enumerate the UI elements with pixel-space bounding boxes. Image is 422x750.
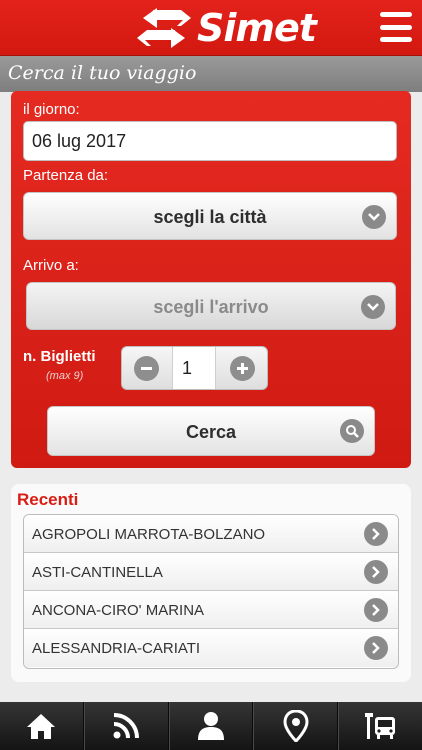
chevron-down-icon <box>361 295 385 319</box>
list-item[interactable]: ALESSANDRIA-CARIATI <box>24 629 398 667</box>
bottom-tab-bar <box>0 702 422 750</box>
tickets-stepper: 1 <box>121 346 268 390</box>
search-button[interactable]: Cerca <box>47 406 375 456</box>
recent-panel: Recenti AGROPOLI MARROTA-BOLZANO ASTI-CA… <box>11 484 411 682</box>
tab-stops[interactable] <box>338 702 422 750</box>
recent-route: AGROPOLI MARROTA-BOLZANO <box>32 526 266 543</box>
departure-label: Partenza da: <box>23 167 109 184</box>
tab-account[interactable] <box>168 702 254 750</box>
simet-logo: Simet <box>135 4 317 52</box>
arrival-label: Arrivo a: <box>23 257 79 274</box>
bus-stop-icon <box>364 713 395 739</box>
arrows-icon <box>137 8 191 48</box>
tab-locations[interactable] <box>253 702 339 750</box>
user-icon <box>197 712 224 740</box>
departure-select[interactable]: scegli la città <box>23 192 397 240</box>
map-pin-icon <box>283 710 309 742</box>
chevron-right-icon <box>364 522 388 546</box>
chevron-right-icon <box>364 598 388 622</box>
recent-list: AGROPOLI MARROTA-BOLZANO ASTI-CANTINELLA… <box>23 514 399 669</box>
page-title: Cerca il tuo viaggio <box>8 62 197 84</box>
tab-news[interactable] <box>83 702 169 750</box>
chevron-right-icon <box>364 560 388 584</box>
rss-icon <box>113 713 140 739</box>
recent-route: ASTI-CANTINELLA <box>32 564 163 581</box>
arrival-value: scegli l'arrivo <box>153 297 269 317</box>
hamburger-icon[interactable] <box>378 10 414 44</box>
date-field[interactable]: 06 lug 2017 <box>23 121 397 161</box>
tickets-label: n. Biglietti <box>23 348 96 365</box>
tickets-count[interactable]: 1 <box>172 347 216 389</box>
chevron-right-icon <box>364 636 388 660</box>
search-button-label: Cerca <box>185 422 237 442</box>
tab-home[interactable] <box>0 702 84 750</box>
search-panel: il giorno: 06 lug 2017 Partenza da: sceg… <box>11 91 411 468</box>
recent-route: ANCONA-CIRO' MARINA <box>32 602 205 619</box>
date-label: il giorno: <box>23 101 80 118</box>
brand-name: Simet <box>197 6 317 50</box>
chevron-down-icon <box>362 205 386 229</box>
home-icon <box>27 714 56 739</box>
recent-title: Recenti <box>17 490 79 509</box>
recent-route: ALESSANDRIA-CARIATI <box>32 640 201 657</box>
list-item[interactable]: AGROPOLI MARROTA-BOLZANO <box>24 515 398 553</box>
list-item[interactable]: ANCONA-CIRO' MARINA <box>24 591 398 629</box>
arrival-select[interactable]: scegli l'arrivo <box>26 282 396 330</box>
plus-icon[interactable] <box>230 356 255 381</box>
tickets-hint: (max 9) <box>46 370 84 382</box>
search-icon <box>340 419 364 443</box>
list-item[interactable]: ASTI-CANTINELLA <box>24 553 398 591</box>
title-bar: Cerca il tuo viaggio <box>0 56 422 92</box>
minus-icon[interactable] <box>134 356 159 381</box>
departure-value: scegli la città <box>153 207 267 227</box>
app-header: Simet <box>0 0 422 56</box>
